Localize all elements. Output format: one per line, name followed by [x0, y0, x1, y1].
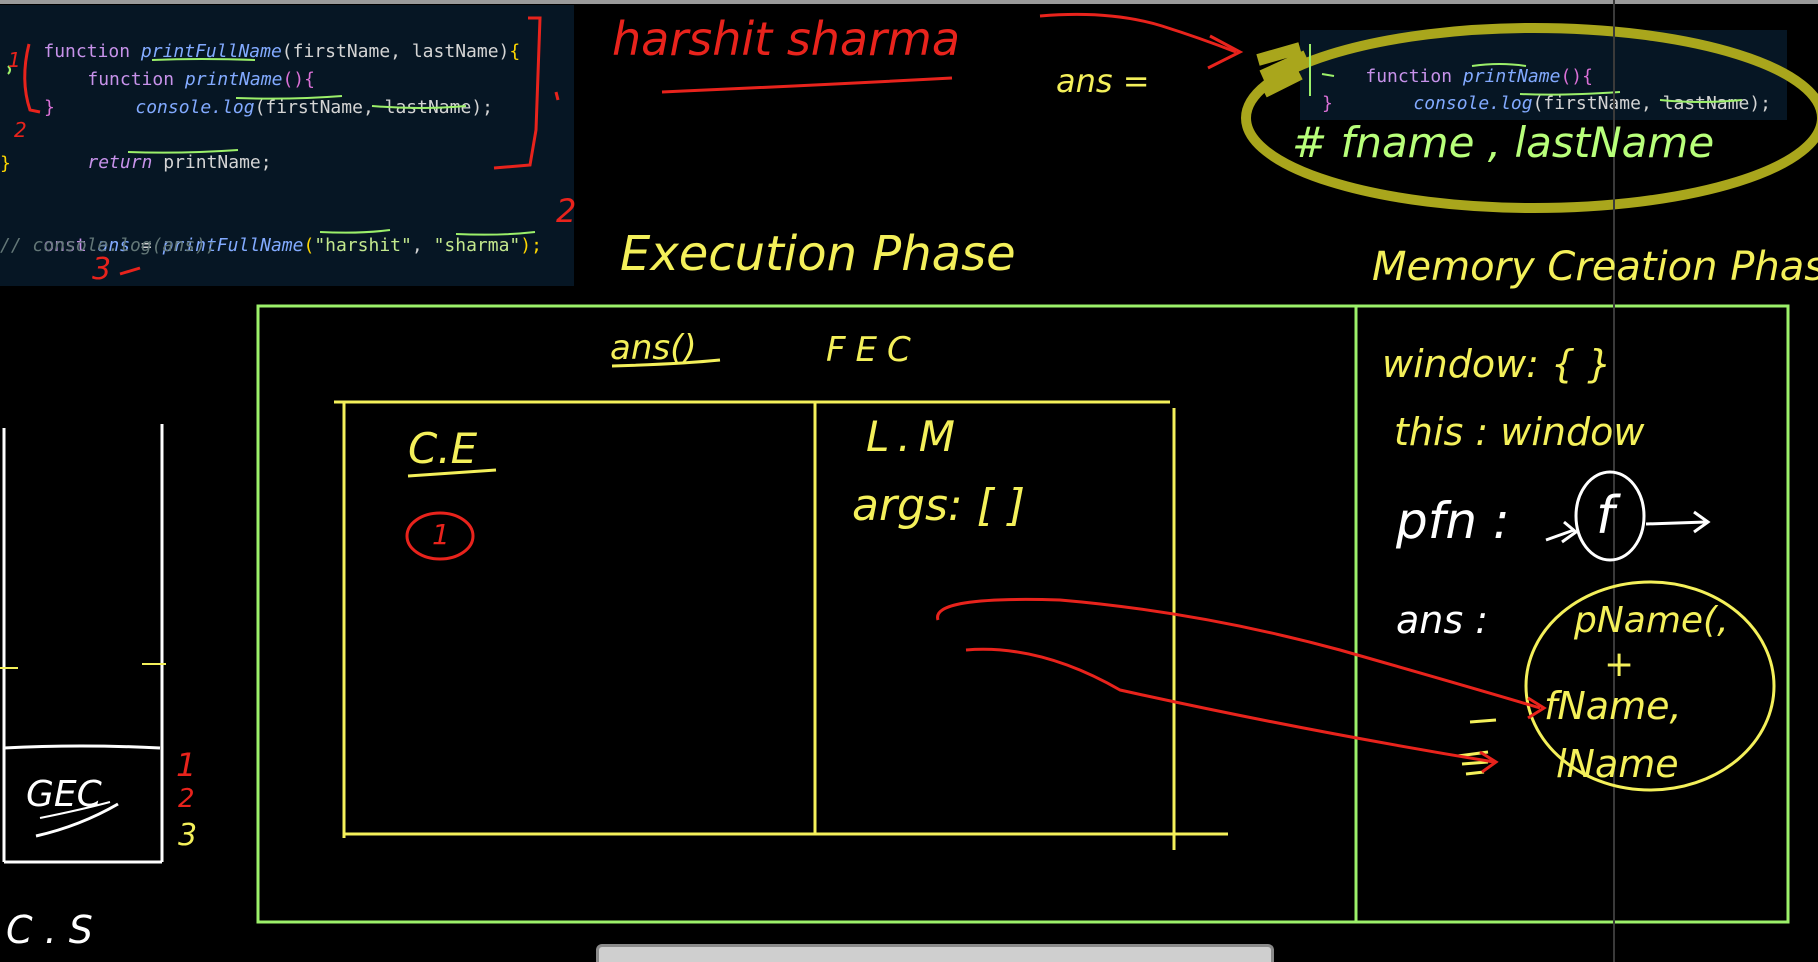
stack-level-3: 3	[178, 818, 198, 853]
code-snippet: function printFullName(firstName, lastNa…	[0, 5, 574, 286]
pfn-entry: pfn :	[1396, 492, 1510, 550]
step-2-marker: 2	[556, 192, 577, 230]
step-2-side-marker: 2	[14, 118, 27, 142]
step-3-marker: 3	[92, 252, 112, 287]
fec-label: FEC	[826, 330, 921, 370]
ce-step-number: 1	[432, 518, 450, 551]
args-label: args: [ ]	[852, 480, 1026, 531]
pfn-f-value: f	[1596, 486, 1615, 546]
code-zoom-snippet: function printName(){ console.log(firstN…	[1300, 30, 1787, 120]
code-line-6: }	[0, 153, 11, 174]
this-entry: this : window	[1394, 410, 1645, 454]
ans-value-line-2: +	[1604, 644, 1635, 685]
call-stack-label: C . S	[6, 908, 93, 952]
ans-equals: ans =	[1056, 62, 1150, 100]
top-border	[0, 0, 1818, 4]
fname-lastname-note: # fname , lastName	[1292, 118, 1715, 167]
execution-phase-title: Execution Phase	[620, 226, 1016, 282]
ans-value-line-3: fName,	[1544, 684, 1682, 728]
step-1-marker: 1	[8, 48, 21, 72]
name-note: harshit sharma	[612, 12, 961, 66]
ans-entry: ans :	[1396, 598, 1489, 642]
ans-value-line-1: pName(,	[1574, 600, 1729, 641]
code-line-5: return printName;	[87, 152, 272, 173]
ans-circle-marks	[1457, 718, 1497, 776]
local-memory-label: L.M	[866, 412, 963, 461]
memory-frame	[256, 304, 1790, 924]
gec-label: GEC	[26, 774, 102, 815]
call-stack-ticks	[0, 663, 166, 669]
stack-level-2: 2	[178, 784, 195, 814]
window-entry: window: { }	[1382, 342, 1612, 386]
pfn-arrows	[1545, 510, 1711, 544]
zoom-line-3: }	[1322, 93, 1333, 114]
ans-value-line-4: lName	[1556, 742, 1679, 786]
taskbar-fragment[interactable]	[596, 944, 1274, 962]
stack-level-1: 1	[176, 746, 197, 784]
zoom-line-2: console.log(firstName, lastName);	[1413, 93, 1771, 114]
memory-phase-title: Memory Creation Phase	[1372, 244, 1818, 290]
code-line-4: }	[44, 97, 55, 118]
code-execution-label: C.E	[408, 424, 478, 473]
ans-call-label: ans()	[610, 328, 697, 368]
